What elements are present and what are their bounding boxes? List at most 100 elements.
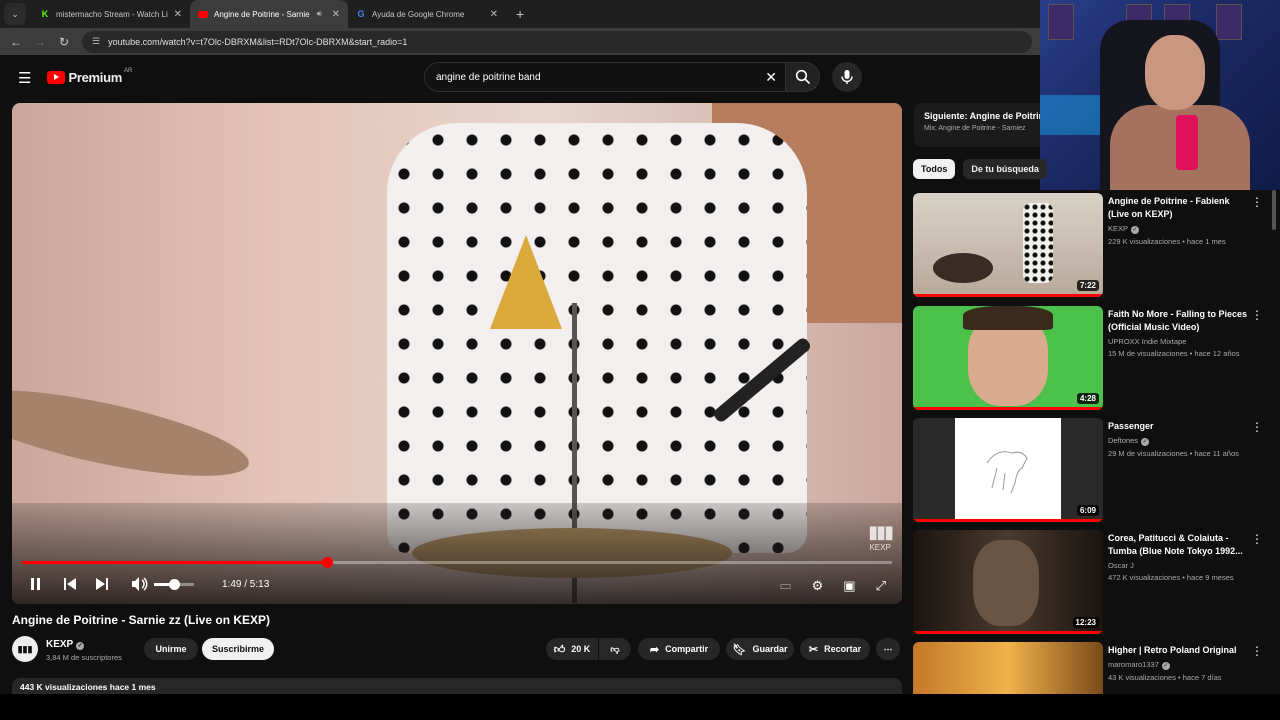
video-player[interactable]: ▮▮▮ KEXP 1:49 / 5:13 ▭ ⚙ ▣ ⤢	[12, 103, 902, 604]
search-input[interactable]: angine de poitrine band ✕	[424, 62, 786, 92]
watched-progress	[913, 407, 1103, 410]
clear-search-icon[interactable]: ✕	[765, 69, 777, 86]
kexp-watermark: ▮▮▮ KEXP	[868, 522, 894, 552]
subscribe-button[interactable]: Suscribirme	[202, 638, 274, 660]
up-next-panel[interactable]: Siguiente: Angine de Poitrin Mix: Angine…	[914, 103, 1040, 147]
recommendation-item[interactable]: 7:22 Angine de Poitrine - Fabienk (Live …	[913, 193, 1273, 299]
region-code: AR	[123, 67, 133, 74]
video-thumbnail[interactable]: 6:09	[913, 418, 1103, 522]
tab-chrome-help[interactable]: G Ayuda de Google Chrome ✕	[348, 0, 506, 28]
channel-name[interactable]: Deftones ✓	[1108, 436, 1248, 446]
recommendation-item[interactable]: Higher | Retro Poland Original maromaro1…	[913, 642, 1273, 694]
share-button[interactable]: ➦ Compartir	[638, 638, 720, 660]
more-horizontal-icon: ⋯	[883, 643, 893, 654]
previous-icon[interactable]	[64, 578, 76, 590]
wall-poster	[1048, 4, 1074, 40]
subtitles-icon[interactable]: ▭	[779, 578, 791, 594]
forward-arrow-icon[interactable]: →	[28, 35, 52, 49]
more-actions-button[interactable]: ⋯	[876, 638, 900, 660]
chip-all[interactable]: Todos	[913, 159, 956, 179]
theater-mode-icon[interactable]: ▣	[843, 578, 855, 594]
video-meta: 43 K visualizaciones • hace 7 días	[1108, 673, 1222, 682]
more-options-icon[interactable]: ⋮	[1251, 195, 1263, 209]
close-tab-icon[interactable]: ✕	[332, 9, 340, 20]
url-text: youtube.com/watch?v=t7Olc-DBRXM&list=RDt…	[108, 36, 408, 47]
webcam-overlay	[1040, 0, 1280, 190]
menu-hamburger-icon[interactable]: ☰	[18, 69, 31, 87]
recommendation-item[interactable]: 4:28 Faith No More - Falling to Pieces (…	[913, 306, 1273, 412]
youtube-premium-logo[interactable]: Premium AR	[47, 67, 133, 85]
video-title[interactable]: Corea, Patitucci & Colaiuta - Tumba (Blu…	[1108, 532, 1248, 558]
search-button[interactable]	[786, 62, 820, 92]
reload-icon[interactable]: ↻	[52, 35, 76, 49]
video-title[interactable]: Passenger	[1108, 420, 1248, 433]
channel-name[interactable]: Oscar J	[1108, 561, 1248, 570]
channel-name[interactable]: maromaro1337 ✓	[1108, 660, 1248, 670]
video-duration: 7:22	[1076, 280, 1099, 291]
more-options-icon[interactable]: ⋮	[1251, 308, 1263, 322]
close-tab-icon[interactable]: ✕	[174, 9, 182, 20]
new-tab-plus-icon[interactable]: +	[516, 6, 524, 22]
recommendation-item[interactable]: 12:23 Corea, Patitucci & Colaiuta - Tumb…	[913, 530, 1273, 636]
close-tab-icon[interactable]: ✕	[490, 9, 498, 20]
tab-title: Ayuda de Google Chrome	[372, 9, 465, 19]
video-thumbnail[interactable]: 4:28	[913, 306, 1103, 410]
video-thumbnail[interactable]: 12:23	[913, 530, 1103, 634]
channel-name[interactable]: KEXP ✓	[1108, 224, 1248, 234]
channel-name[interactable]: KEXP ✓	[46, 639, 85, 650]
save-button[interactable]: 🔖︎ Guardar	[726, 638, 794, 660]
video-meta: 29 M de visualizaciones • hace 11 años	[1108, 449, 1239, 458]
watched-progress	[913, 294, 1103, 297]
tab-kick-stream[interactable]: K mistermacho Stream - Watch Li ✕	[32, 0, 190, 28]
subscriber-count: 3,84 M de suscriptores	[46, 653, 122, 662]
more-options-icon[interactable]: ⋮	[1251, 644, 1263, 658]
video-title[interactable]: Faith No More - Falling to Pieces (Offic…	[1108, 308, 1248, 334]
up-next-mix: Mix: Angine de Poitrine - Sarniez	[924, 125, 1026, 132]
video-frame-performer	[387, 123, 807, 553]
microphone-icon	[841, 70, 853, 84]
verified-check-icon: ✓	[1131, 226, 1140, 234]
video-thumbnail[interactable]: 7:22	[913, 193, 1103, 297]
screen: ⌄ K mistermacho Stream - Watch Li ✕ Angi…	[0, 0, 1280, 720]
volume-slider[interactable]	[154, 578, 194, 590]
like-button[interactable]: 👍︎ 20 K	[546, 638, 598, 660]
voice-search-button[interactable]	[832, 62, 862, 92]
video-title[interactable]: Angine de Poitrine - Fabienk (Live on KE…	[1108, 195, 1248, 221]
video-meta: 15 M de visualizaciones • hace 12 años	[1108, 349, 1240, 358]
video-title[interactable]: Higher | Retro Poland Original	[1108, 644, 1248, 657]
channel-avatar[interactable]: ▮▮▮	[12, 636, 38, 662]
volume-slider-handle[interactable]	[169, 578, 180, 590]
verified-check-icon: ✓	[1161, 662, 1170, 670]
tab-youtube-video[interactable]: Angine de Poitrine - Sarnie 🔊︎ ✕	[190, 0, 348, 28]
settings-gear-icon[interactable]: ⚙	[812, 578, 824, 594]
fullscreen-icon[interactable]: ⤢	[876, 578, 886, 594]
chip-from-search[interactable]: De tu búsqueda	[963, 159, 1047, 179]
site-info-icon[interactable]: ☰	[92, 36, 100, 47]
tab-audio-icon[interactable]: 🔊︎	[317, 9, 322, 19]
neon-light	[1040, 95, 1100, 135]
join-button[interactable]: Unirme	[144, 638, 198, 660]
next-icon[interactable]	[96, 578, 108, 590]
dislike-button[interactable]: 👎︎	[599, 638, 631, 660]
sidebar-scrollbar[interactable]	[1272, 190, 1276, 230]
volume-icon[interactable]	[132, 577, 148, 591]
tab-search-chevron-icon[interactable]: ⌄	[4, 3, 26, 25]
tab-title: Angine de Poitrine - Sarnie	[214, 9, 310, 19]
clip-button[interactable]: ✂ Recortar	[800, 638, 870, 660]
time-display: 1:49 / 5:13	[222, 578, 270, 590]
channel-name[interactable]: UPROXX Indie Mixtape	[1108, 337, 1248, 346]
more-options-icon[interactable]: ⋮	[1251, 532, 1263, 546]
thumbs-down-icon: 👎︎	[610, 643, 620, 654]
white-horse-icon	[986, 451, 1028, 494]
address-bar[interactable]: ☰ youtube.com/watch?v=t7Olc-DBRXM&list=R…	[82, 30, 1032, 53]
channel-row: ▮▮▮ KEXP ✓ 3,84 M de suscriptores Unirme …	[12, 636, 902, 666]
recommendation-item[interactable]: 6:09 Passenger Deftones ✓ 29 M de visuali…	[913, 418, 1273, 524]
back-arrow-icon[interactable]: ←	[4, 35, 28, 49]
pause-icon[interactable]	[28, 578, 42, 590]
share-icon: ➦	[649, 643, 660, 656]
video-frame-cymbal-left	[12, 372, 255, 494]
filter-chips: Todos De tu búsqueda	[913, 159, 1047, 179]
more-options-icon[interactable]: ⋮	[1251, 420, 1263, 434]
video-thumbnail[interactable]	[913, 642, 1103, 694]
red-cup	[1176, 115, 1198, 170]
